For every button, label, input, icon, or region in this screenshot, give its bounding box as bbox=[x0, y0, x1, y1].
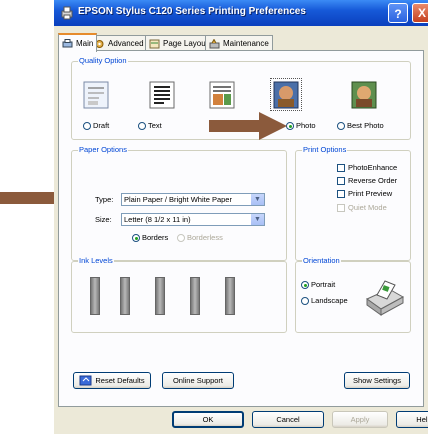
apply-button: Apply bbox=[332, 411, 388, 428]
size-label: Size: bbox=[95, 215, 112, 224]
radio-button-disabled bbox=[177, 233, 185, 242]
chevron-down-icon[interactable]: ▼ bbox=[251, 194, 264, 205]
ink-cartridge bbox=[190, 277, 200, 315]
printer-icon bbox=[61, 6, 73, 20]
main-tab-panel: Quality Option Draft Text Photo Best Pho… bbox=[58, 50, 424, 407]
close-button[interactable]: X bbox=[412, 3, 428, 23]
text-icon[interactable] bbox=[149, 81, 175, 109]
show-settings-label: Show Settings bbox=[353, 376, 401, 385]
ink-cartridge bbox=[90, 277, 100, 315]
ok-button[interactable]: OK bbox=[172, 411, 244, 428]
ink-cartridge bbox=[155, 277, 165, 315]
checkbox[interactable] bbox=[337, 163, 345, 172]
borders-label: Borders bbox=[142, 233, 169, 242]
photo-label: Photo bbox=[296, 121, 316, 130]
type-label: Type: bbox=[95, 195, 114, 204]
radio-button[interactable] bbox=[83, 121, 91, 130]
help-title-button[interactable]: ? bbox=[388, 3, 408, 23]
tab-maintenance[interactable]: Maintenance bbox=[205, 35, 273, 51]
cancel-button[interactable]: Cancel bbox=[252, 411, 324, 428]
paper-type-value: Plain Paper / Bright White Paper bbox=[124, 195, 232, 204]
tab-label: Page Layout bbox=[163, 39, 208, 48]
help-label: Help bbox=[416, 415, 428, 424]
checkbox[interactable] bbox=[337, 176, 345, 185]
landscape-label: Landscape bbox=[311, 296, 348, 305]
ink-levels-group: Ink Levels bbox=[71, 256, 287, 333]
checkbox[interactable] bbox=[337, 189, 345, 198]
orientation-label: Orientation bbox=[302, 256, 341, 265]
radio-button[interactable] bbox=[337, 121, 345, 130]
paper-type-select[interactable]: Plain Paper / Bright White Paper ▼ bbox=[121, 193, 265, 206]
apply-label: Apply bbox=[350, 415, 370, 424]
print-preview-label: Print Preview bbox=[348, 189, 393, 198]
paper-group-label: Paper Options bbox=[78, 145, 128, 154]
printer-portrait-icon bbox=[366, 280, 405, 316]
window-title: EPSON Stylus C120 Series Printing Prefer… bbox=[78, 6, 306, 17]
printing-preferences-window: EPSON Stylus C120 Series Printing Prefer… bbox=[54, 0, 428, 434]
tab-label: Advanced bbox=[108, 39, 144, 48]
radio-button-selected[interactable] bbox=[286, 121, 294, 130]
print-preview-checkbox[interactable]: Print Preview bbox=[337, 189, 392, 198]
tab-page-layout[interactable]: Page Layout bbox=[145, 35, 212, 51]
printer-icon bbox=[62, 38, 73, 47]
draft-radio[interactable]: Draft bbox=[83, 121, 109, 130]
text-image-icon[interactable] bbox=[209, 81, 235, 109]
draft-label: Draft bbox=[93, 121, 110, 130]
cancel-label: Cancel bbox=[276, 415, 300, 424]
paper-size-value: Letter (8 1/2 x 11 in) bbox=[124, 215, 191, 224]
radio-button[interactable] bbox=[301, 296, 309, 305]
tab-advanced[interactable]: Advanced bbox=[90, 35, 148, 51]
page-layout-icon bbox=[149, 39, 160, 48]
draft-icon[interactable] bbox=[83, 81, 109, 109]
photo-enhance-checkbox[interactable]: PhotoEnhance bbox=[337, 163, 397, 172]
reset-defaults-label: Reset Defaults bbox=[95, 376, 145, 385]
help-button[interactable]: Help bbox=[396, 411, 428, 428]
photo-enhance-label: PhotoEnhance bbox=[348, 163, 398, 172]
online-support-button[interactable]: Online Support bbox=[162, 372, 234, 389]
quality-group-label: Quality Option bbox=[78, 56, 128, 65]
radio-button[interactable] bbox=[138, 121, 146, 130]
tab-label: Maintenance bbox=[223, 39, 269, 48]
photo-icon[interactable] bbox=[273, 81, 299, 109]
annotation-arrow-photo bbox=[209, 112, 287, 140]
portrait-label: Portrait bbox=[311, 280, 336, 289]
best-photo-radio[interactable]: Best Photo bbox=[337, 121, 384, 130]
print-options-label: Print Options bbox=[302, 145, 348, 154]
tab-strip: Main Advanced Page Layout Maintenance bbox=[54, 33, 428, 52]
reset-defaults-button[interactable]: Reset Defaults bbox=[73, 372, 151, 389]
text-radio[interactable]: Text bbox=[138, 121, 162, 130]
borders-radio[interactable]: Borders bbox=[132, 233, 168, 242]
landscape-radio[interactable]: Landscape bbox=[301, 296, 348, 305]
ink-levels-label: Ink Levels bbox=[78, 256, 114, 265]
reverse-order-checkbox[interactable]: Reverse Order bbox=[337, 176, 397, 185]
borderless-radio: Borderless bbox=[177, 233, 223, 242]
quiet-mode-label: Quiet Mode bbox=[348, 203, 387, 212]
online-support-label: Online Support bbox=[172, 376, 224, 385]
radio-button-selected[interactable] bbox=[132, 233, 140, 242]
photo-radio[interactable]: Photo bbox=[286, 121, 316, 130]
tab-main[interactable]: Main bbox=[58, 33, 98, 52]
best-photo-icon[interactable] bbox=[351, 81, 377, 109]
borderless-label: Borderless bbox=[187, 233, 223, 242]
tab-label: Main bbox=[76, 39, 94, 48]
reset-icon bbox=[79, 375, 92, 386]
ink-cartridge bbox=[225, 277, 235, 315]
ink-cartridge bbox=[120, 277, 130, 315]
portrait-radio[interactable]: Portrait bbox=[301, 280, 335, 289]
text-label: Text bbox=[148, 121, 162, 130]
paper-size-select[interactable]: Letter (8 1/2 x 11 in) ▼ bbox=[121, 213, 265, 226]
show-settings-button[interactable]: Show Settings bbox=[344, 372, 410, 389]
ok-label: OK bbox=[202, 415, 214, 424]
chevron-down-icon[interactable]: ▼ bbox=[251, 214, 264, 225]
checkbox-disabled bbox=[337, 203, 345, 212]
reverse-order-label: Reverse Order bbox=[348, 176, 398, 185]
title-bar[interactable]: EPSON Stylus C120 Series Printing Prefer… bbox=[54, 0, 428, 26]
quiet-mode-checkbox: Quiet Mode bbox=[337, 203, 387, 212]
radio-button-selected[interactable] bbox=[301, 280, 309, 289]
best-photo-label: Best Photo bbox=[347, 121, 384, 130]
maintenance-icon bbox=[209, 38, 220, 48]
